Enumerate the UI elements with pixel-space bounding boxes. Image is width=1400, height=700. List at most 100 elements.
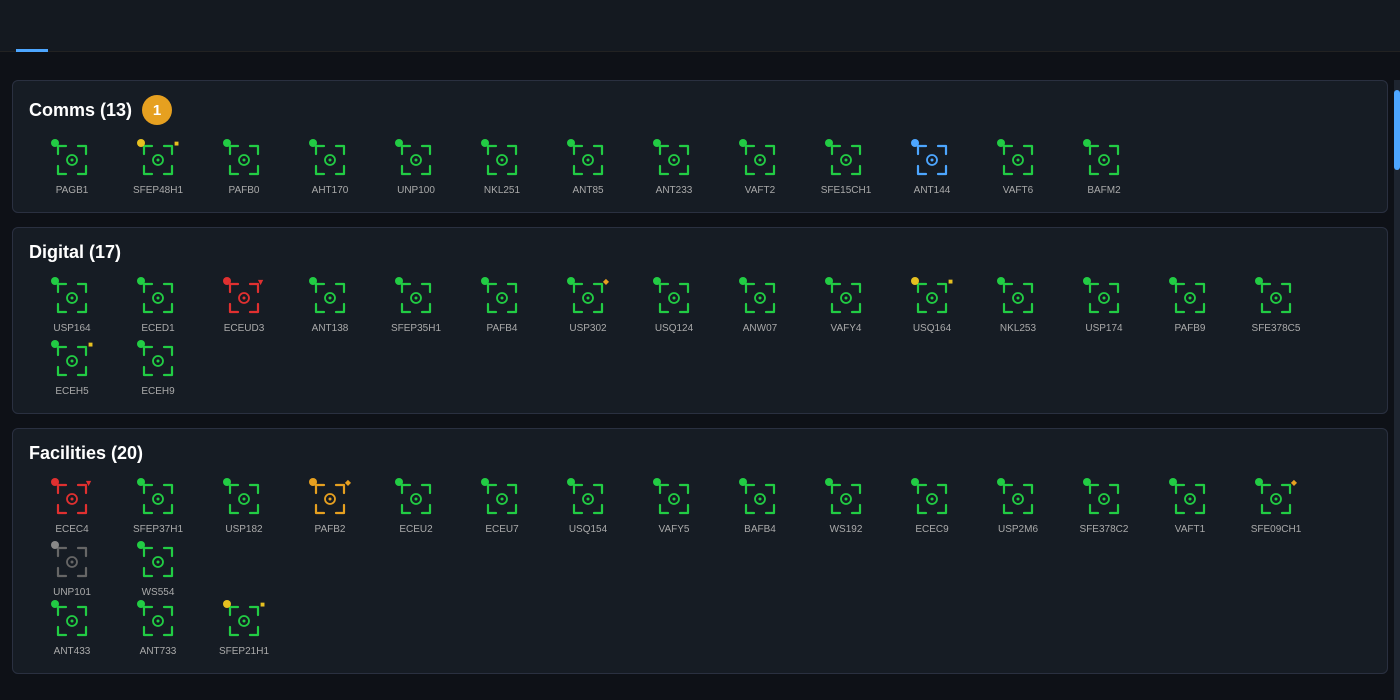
equipment-label: VAFT2 bbox=[745, 185, 775, 196]
equipment-icon-wrapper bbox=[479, 275, 525, 321]
scroll-thumb[interactable] bbox=[1394, 90, 1400, 170]
equipment-label: USQ164 bbox=[913, 323, 951, 334]
equipment-icon-wrapper bbox=[393, 275, 439, 321]
equipment-item[interactable]: UNP100 bbox=[373, 137, 459, 196]
equipment-label: VAFY4 bbox=[831, 323, 862, 334]
equipment-icon-wrapper bbox=[49, 598, 95, 644]
equipment-item[interactable]: ■ SFEP21H1 bbox=[201, 598, 287, 657]
status-dot bbox=[567, 277, 575, 285]
equipment-icon-wrapper bbox=[1081, 275, 1127, 321]
equipment-icon-wrapper: ■ bbox=[135, 137, 181, 183]
scrollbar[interactable] bbox=[1394, 80, 1400, 700]
section-digital: Digital (17) USP164 ECED1 bbox=[12, 227, 1388, 414]
equipment-label: NKL251 bbox=[484, 185, 520, 196]
equipment-icon-wrapper bbox=[737, 137, 783, 183]
equipment-item[interactable]: USP2M6 bbox=[975, 476, 1061, 535]
equipment-item[interactable]: ANT433 bbox=[29, 598, 115, 657]
equipment-item[interactable]: UNP101 bbox=[29, 539, 115, 598]
equipment-item[interactable]: ECEU2 bbox=[373, 476, 459, 535]
equipment-label: ANW07 bbox=[743, 323, 777, 334]
equipment-icon-wrapper: ■ bbox=[221, 598, 267, 644]
equipment-label: SFE378C5 bbox=[1252, 323, 1301, 334]
equipment-icon-wrapper bbox=[995, 275, 1041, 321]
equipment-item[interactable]: ANT85 bbox=[545, 137, 631, 196]
equipment-item[interactable]: ◆ PAFB2 bbox=[287, 476, 373, 535]
equipment-label: ANT85 bbox=[572, 185, 603, 196]
equipment-item[interactable]: ANT144 bbox=[889, 137, 975, 196]
status-dot bbox=[223, 600, 231, 608]
equipment-item[interactable]: SFE15CH1 bbox=[803, 137, 889, 196]
equipment-icon-wrapper bbox=[49, 275, 95, 321]
equipment-item[interactable]: PAFB9 bbox=[1147, 275, 1233, 334]
equipment-icon-wrapper bbox=[479, 137, 525, 183]
status-dot bbox=[309, 277, 317, 285]
equipment-item[interactable]: BAFB4 bbox=[717, 476, 803, 535]
equipment-icon-wrapper: ■ bbox=[909, 275, 955, 321]
equipment-icon-wrapper bbox=[565, 137, 611, 183]
equipment-item[interactable]: USP182 bbox=[201, 476, 287, 535]
status-dot bbox=[1169, 277, 1177, 285]
status-dot bbox=[395, 277, 403, 285]
equipment-item[interactable]: ANT233 bbox=[631, 137, 717, 196]
equipment-item[interactable]: ECEU7 bbox=[459, 476, 545, 535]
equipment-item[interactable]: USP164 bbox=[29, 275, 115, 334]
equipment-item[interactable]: ■ ECEH5 bbox=[29, 338, 115, 397]
equipment-item[interactable]: USQ154 bbox=[545, 476, 631, 535]
equipment-item[interactable]: ECEH9 bbox=[115, 338, 201, 397]
equipment-item[interactable]: VAFT1 bbox=[1147, 476, 1233, 535]
section-title: Comms (13) bbox=[29, 100, 132, 121]
tab-inoperable[interactable] bbox=[16, 27, 48, 52]
equipment-label: ANT733 bbox=[140, 646, 177, 657]
equipment-item[interactable]: VAFT6 bbox=[975, 137, 1061, 196]
equipment-item[interactable]: ◆ SFE09CH1 bbox=[1233, 476, 1319, 535]
equipment-icon-wrapper bbox=[307, 275, 353, 321]
equipment-item[interactable]: ANW07 bbox=[717, 275, 803, 334]
status-dot bbox=[51, 600, 59, 608]
equipment-item[interactable]: USQ124 bbox=[631, 275, 717, 334]
equipment-icon-wrapper bbox=[221, 137, 267, 183]
equipment-item[interactable]: USP174 bbox=[1061, 275, 1147, 334]
equipment-icon-wrapper bbox=[479, 476, 525, 522]
equipment-item[interactable]: PAGB1 bbox=[29, 137, 115, 196]
status-dot bbox=[653, 277, 661, 285]
status-dot bbox=[653, 478, 661, 486]
equipment-item[interactable]: ANT733 bbox=[115, 598, 201, 657]
equipment-item[interactable]: ECEC9 bbox=[889, 476, 975, 535]
status-dot bbox=[51, 340, 59, 348]
equipment-item[interactable]: NKL253 bbox=[975, 275, 1061, 334]
equipment-item[interactable]: AHT170 bbox=[287, 137, 373, 196]
equipment-item[interactable]: ECED1 bbox=[115, 275, 201, 334]
status-dot bbox=[309, 478, 317, 486]
equipment-item[interactable]: ■ USQ164 bbox=[889, 275, 975, 334]
equipment-grid: USP164 ECED1 ▼ ECEUD3 bbox=[29, 275, 1371, 397]
equipment-item[interactable]: ◆ USP302 bbox=[545, 275, 631, 334]
equipment-label: USP302 bbox=[569, 323, 606, 334]
equipment-item[interactable]: PAFB0 bbox=[201, 137, 287, 196]
equipment-item[interactable]: SFEP35H1 bbox=[373, 275, 459, 334]
equipment-item[interactable]: SFEP37H1 bbox=[115, 476, 201, 535]
equipment-item[interactable]: VAFT2 bbox=[717, 137, 803, 196]
status-dot bbox=[137, 541, 145, 549]
equipment-icon-wrapper bbox=[565, 476, 611, 522]
equipment-label: ECEC4 bbox=[55, 524, 88, 535]
red-triangle-indicator: ▼ bbox=[84, 478, 93, 488]
equipment-item[interactable]: NKL251 bbox=[459, 137, 545, 196]
status-dot bbox=[567, 478, 575, 486]
equipment-item[interactable]: ■ SFEP48H1 bbox=[115, 137, 201, 196]
equipment-item[interactable]: VAFY5 bbox=[631, 476, 717, 535]
equipment-item[interactable]: SFE378C2 bbox=[1061, 476, 1147, 535]
equipment-item[interactable]: ANT138 bbox=[287, 275, 373, 334]
equipment-item[interactable]: WS192 bbox=[803, 476, 889, 535]
equipment-label: USP2M6 bbox=[998, 524, 1038, 535]
equipment-item[interactable]: VAFY4 bbox=[803, 275, 889, 334]
equipment-item[interactable]: SFE378C5 bbox=[1233, 275, 1319, 334]
equipment-label: ANT233 bbox=[656, 185, 693, 196]
status-dot bbox=[825, 478, 833, 486]
equipment-label: ANT144 bbox=[914, 185, 951, 196]
equipment-item[interactable]: ▼ ECEUD3 bbox=[201, 275, 287, 334]
equipment-item[interactable]: BAFM2 bbox=[1061, 137, 1147, 196]
equipment-item[interactable]: ▼ ECEC4 bbox=[29, 476, 115, 535]
status-dot bbox=[997, 478, 1005, 486]
equipment-item[interactable]: PAFB4 bbox=[459, 275, 545, 334]
equipment-item[interactable]: WS554 bbox=[115, 539, 201, 598]
